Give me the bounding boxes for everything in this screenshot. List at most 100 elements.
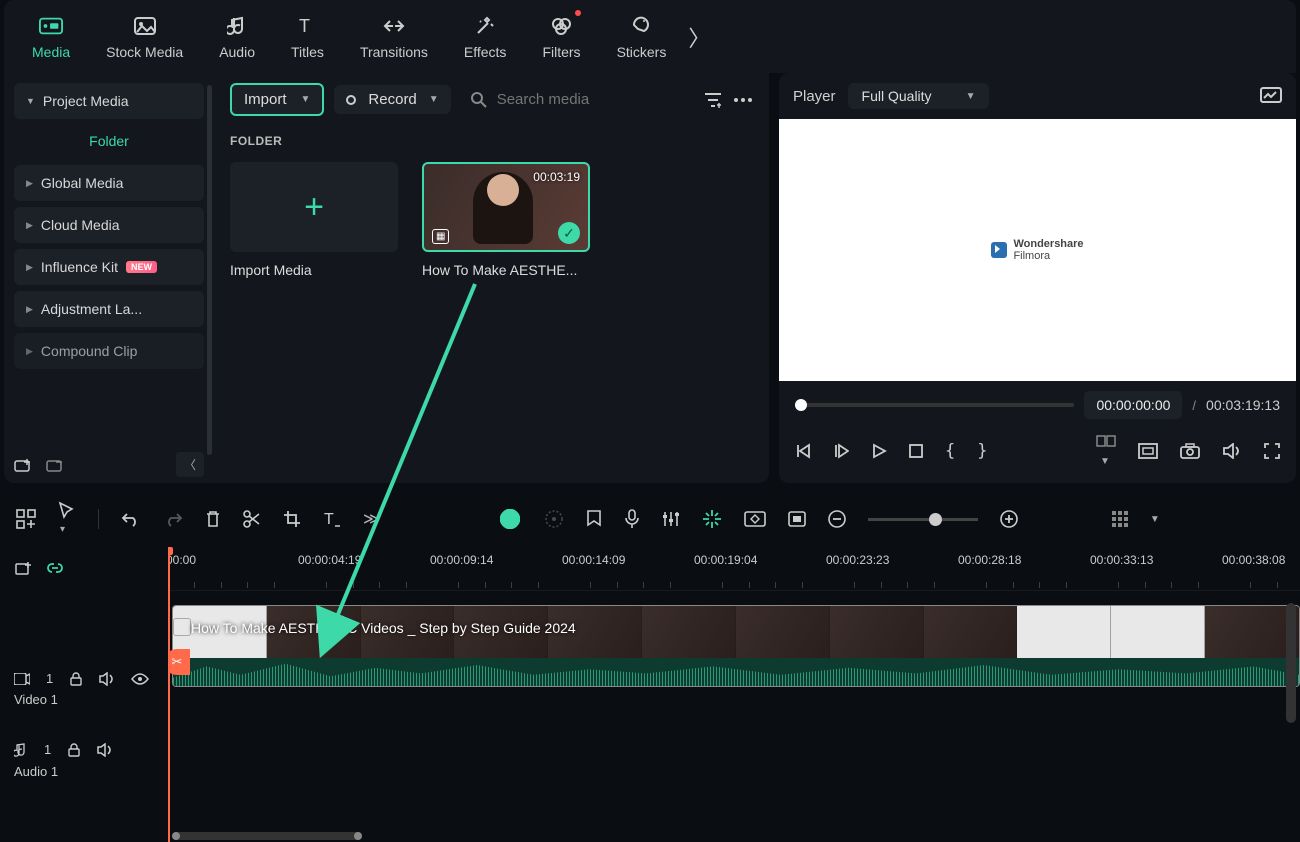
search-input[interactable] (497, 91, 657, 108)
render-icon[interactable] (702, 509, 722, 529)
sidebar-project-media[interactable]: ▼Project Media (14, 83, 204, 119)
search-box[interactable] (461, 91, 693, 108)
top-nav: Media Stock Media Audio T Titles Transit… (4, 0, 1296, 73)
lock-icon[interactable] (69, 672, 83, 686)
clip-title: How To Make AESTHETIC Videos _ Step by S… (191, 620, 576, 636)
layout-icon[interactable] (16, 509, 36, 529)
seek-handle[interactable] (795, 399, 807, 411)
zoom-in-icon[interactable] (1000, 510, 1018, 528)
zoom-slider[interactable] (868, 518, 978, 521)
new-folder-icon[interactable] (14, 457, 32, 473)
sidebar-folder[interactable]: Folder (14, 125, 204, 159)
text-icon[interactable]: T (323, 510, 341, 528)
delete-folder-icon[interactable] (46, 457, 64, 473)
compare-icon[interactable]: ▼ (1096, 433, 1116, 469)
more-icon[interactable] (733, 97, 753, 103)
track-index: 1 (46, 671, 53, 686)
label: Import (244, 91, 287, 108)
mark-out-icon[interactable]: } (977, 441, 987, 461)
view-mode-icon[interactable] (1112, 511, 1128, 527)
add-track-icon[interactable] (14, 560, 32, 578)
filters-icon (550, 14, 574, 38)
marker-icon[interactable] (586, 510, 602, 528)
cut-handle[interactable]: ✂ (168, 649, 190, 675)
nav-stock-media[interactable]: Stock Media (88, 6, 201, 68)
stop-icon[interactable] (909, 444, 923, 458)
sidebar-global-media[interactable]: ▶Global Media (14, 165, 204, 201)
audio-icon (225, 14, 249, 38)
audio-track-icon (14, 742, 28, 758)
display-settings-icon[interactable] (1260, 87, 1282, 105)
timeline-v-scrollbar[interactable] (1286, 603, 1296, 723)
import-media-card[interactable]: + Import Media (230, 162, 400, 278)
preview-canvas[interactable]: WondershareFilmora (779, 119, 1296, 381)
nav-filters[interactable]: Filters (524, 6, 598, 68)
speed-icon[interactable] (544, 509, 564, 529)
voiceover-icon[interactable] (624, 509, 640, 529)
time-position: 00:00:00:00 (1084, 391, 1182, 419)
keyframe-icon[interactable] (744, 511, 766, 527)
mute-icon[interactable] (97, 743, 113, 757)
audio-mixer-icon[interactable] (662, 510, 680, 528)
sidebar-scrollbar[interactable] (207, 85, 212, 455)
sidebar-influence-kit[interactable]: ▶Influence KitNEW (14, 249, 204, 285)
svg-text:T: T (324, 511, 334, 528)
visibility-icon[interactable] (131, 673, 149, 685)
sidebar-adjustment-layer[interactable]: ▶Adjustment La... (14, 291, 204, 327)
video-track-header[interactable]: 1 Video 1 (0, 651, 168, 727)
video-track-icon (14, 673, 30, 685)
adjust-icon[interactable] (788, 511, 806, 527)
nav-effects[interactable]: Effects (446, 6, 525, 68)
snapshot-icon[interactable] (1180, 443, 1200, 459)
filter-icon[interactable] (703, 91, 723, 109)
nav-transitions[interactable]: Transitions (342, 6, 446, 68)
collapse-sidebar[interactable]: 〈 (176, 452, 204, 477)
redo-icon[interactable] (163, 511, 183, 527)
video-clip[interactable]: How To Make AESTHETIC Videos _ Step by S… (172, 605, 1300, 687)
audio-track-header[interactable]: 1 Audio 1 (0, 727, 168, 793)
fullscreen-icon[interactable] (1264, 443, 1280, 459)
undo-icon[interactable] (121, 511, 141, 527)
seek-bar[interactable] (795, 403, 1074, 407)
clip-play-icon (173, 618, 191, 636)
prev-frame-icon[interactable] (795, 443, 811, 459)
play-icon[interactable] (871, 443, 887, 459)
duration-badge: 00:03:19 (533, 170, 580, 184)
media-icon (39, 14, 63, 38)
sidebar-compound-clip[interactable]: ▶Compound Clip (14, 333, 204, 369)
quality-select[interactable]: Full Quality▼ (848, 83, 990, 109)
mute-icon[interactable] (99, 672, 115, 686)
svg-text:T: T (299, 16, 310, 36)
ratio-icon[interactable] (1138, 443, 1158, 459)
playhead[interactable]: ✂ (168, 547, 170, 842)
nav-audio[interactable]: Audio (201, 6, 273, 68)
volume-icon[interactable] (1222, 443, 1242, 459)
delete-icon[interactable] (205, 510, 221, 528)
timeline-canvas[interactable]: 00:0000:00:04:1900:00:09:1400:00:14:0900… (168, 547, 1300, 842)
link-icon[interactable] (46, 560, 64, 578)
lock-icon[interactable] (67, 743, 81, 757)
nav-media[interactable]: Media (14, 6, 88, 68)
play-backward-icon[interactable] (833, 443, 849, 459)
chevron-down-icon: ▼ (301, 94, 311, 105)
crop-icon[interactable] (283, 510, 301, 528)
zoom-out-icon[interactable] (828, 510, 846, 528)
split-icon[interactable] (243, 510, 261, 528)
timeline-h-scrollbar[interactable] (172, 832, 362, 840)
record-button[interactable]: Record▼ (334, 85, 450, 114)
ai-icon[interactable] (498, 507, 522, 531)
mark-in-icon[interactable]: { (945, 441, 955, 461)
nav-titles[interactable]: T Titles (273, 6, 342, 68)
nav-more[interactable]: 〉 (688, 21, 710, 53)
titles-icon: T (295, 14, 319, 38)
sidebar-cloud-media[interactable]: ▶Cloud Media (14, 207, 204, 243)
section-label: FOLDER (230, 134, 753, 148)
media-clip-card[interactable]: 00:03:19 ▦ ✓ How To Make AESTHE... (422, 162, 592, 278)
more-tools-icon[interactable]: ≫ (363, 509, 380, 529)
import-button[interactable]: Import ▼ (230, 83, 324, 116)
time-ruler[interactable]: 00:0000:00:04:1900:00:09:1400:00:14:0900… (168, 547, 1300, 591)
label: Compound Clip (41, 343, 138, 359)
nav-stickers[interactable]: Stickers (599, 6, 685, 68)
select-tool-icon[interactable]: ▾ (58, 501, 76, 537)
view-mode-caret[interactable]: ▼ (1150, 514, 1160, 525)
